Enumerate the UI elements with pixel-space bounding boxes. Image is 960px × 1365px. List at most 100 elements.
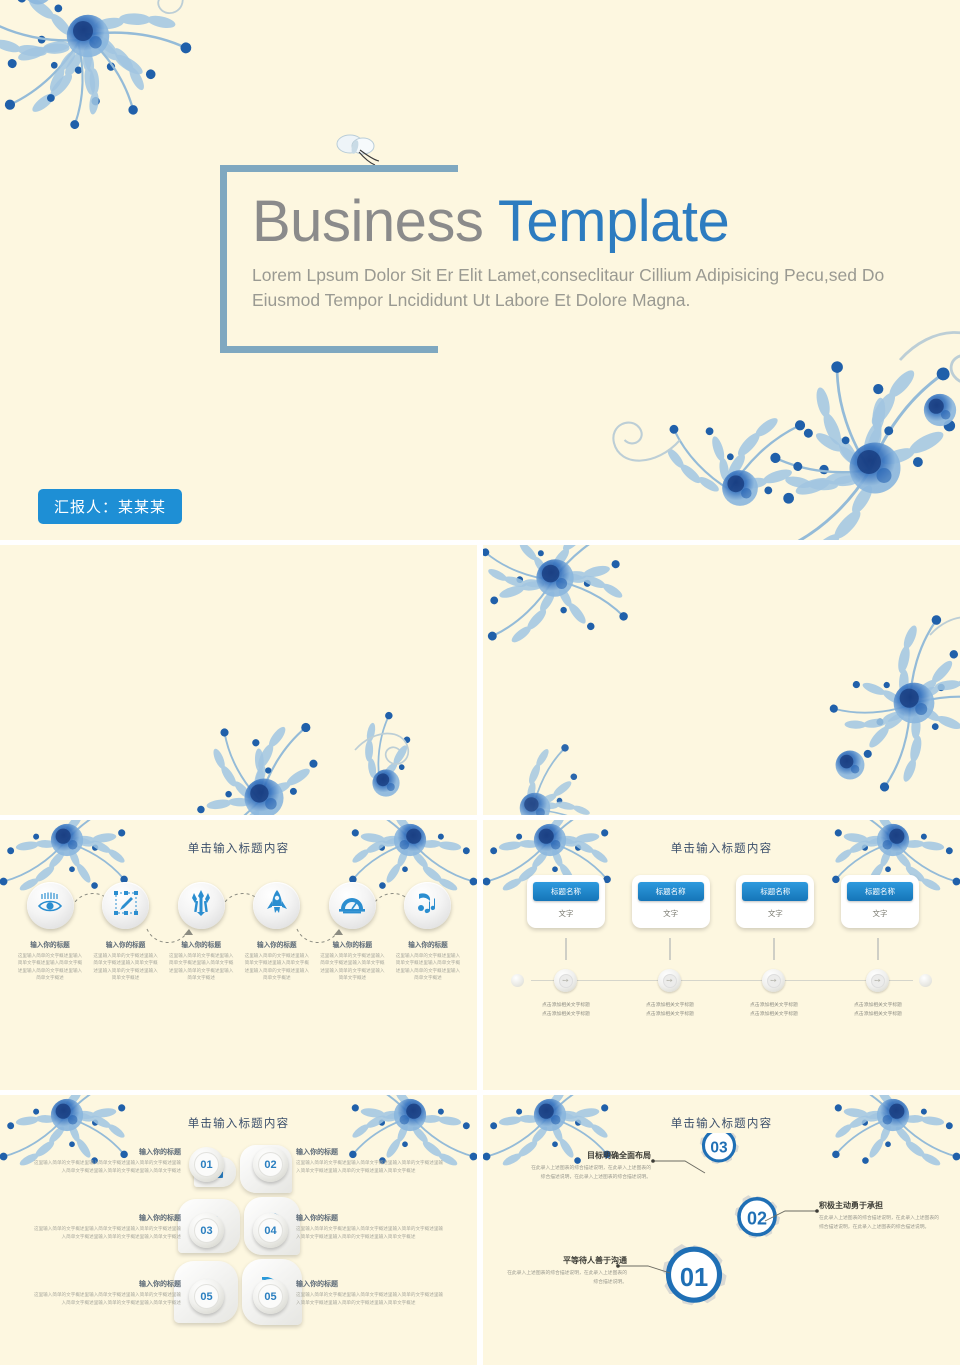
title-part-1: Business [252, 189, 484, 254]
timeline-node[interactable]: ➙ [554, 969, 577, 992]
process-item[interactable]: 输入你的标题 这里输入简单的文字概述里输入简单文字概述里输入简单文字概述里输入简… [90, 882, 162, 981]
card-title: 标题名称 [742, 882, 809, 901]
card-title: 标题名称 [533, 882, 599, 901]
process-item-title: 输入你的标题 [30, 942, 70, 949]
process-item[interactable]: 输入你的标题 这里输入简单的文字概述里输入简单文字概述里输入简单文字概述里输入简… [316, 882, 388, 981]
list-item[interactable]: 输入你的标题 这里输入简单的文字概述里输入简单文字概述里输入简单的文字概述里输入… [24, 1213, 224, 1248]
slide-title: 单击输入标题内容 [670, 843, 773, 855]
subtitle-line-2: Eiusmod Tempor Lncididunt Ut Labore Et D… [252, 290, 691, 311]
list-item[interactable]: 输入你的标题 这里输入简单的文字概述里输入简单文字概述里输入简单的文字概述里输入… [24, 1279, 224, 1314]
gear-label-02: 积极主动勇于承担 在此录入上述图表的综合描述说明，在此录入上述图表的综合描述说明… [819, 1200, 943, 1232]
card-text: 文字 [767, 909, 783, 918]
timeline-node[interactable]: ➙ [866, 969, 889, 992]
item-title: 输入你的标题 [296, 1215, 338, 1222]
icon-badge [404, 882, 452, 929]
timeline-end-left [511, 974, 524, 987]
item-title: 输入你的标题 [139, 1149, 181, 1156]
item-number-badge: 03 [189, 1213, 224, 1248]
slide-contents: CONTENTS This power-point is a multi pur… [0, 545, 477, 815]
card-text: 文字 [872, 909, 888, 918]
caption-line-2: 点击添加相关文字标题 [542, 1011, 590, 1017]
process-item-title: 输入你的标题 [105, 942, 146, 949]
item-number: 03 [194, 1218, 219, 1243]
timeline-node[interactable]: ➙ [762, 969, 785, 992]
list-item[interactable]: 04 输入你的标题 这里输入简单的文字概述里输入简单文字概述里输入简单的文字概述… [253, 1213, 453, 1248]
slide-title: 单击输入标题内容 [670, 1118, 773, 1130]
item-number: 05 [194, 1284, 219, 1309]
floral-decoration-right [790, 575, 960, 805]
gear-body: 在此录入上述图表的综合描述说明，在此录入上述图表的综合描述说明。 [507, 1271, 627, 1285]
timeline-caption: 点击添加相关文字标题 点击添加相关文字标题 [622, 1002, 718, 1019]
slide-title: Business Template Lorem Lpsum Dolor Sit … [0, 0, 960, 540]
list-item[interactable]: 输入你的标题 这里输入简单的文字概述里输入简单文字概述里输入简单的文字概述里输入… [24, 1147, 224, 1182]
subtitle: Lorem Lpsum Dolor Sit Er Elit Lamet,cons… [252, 263, 932, 314]
process-item[interactable]: 输入你的标题 这里输入简单的文字概述里输入简单文字概述里输入简单文字概述里输入简… [14, 882, 86, 981]
slide-section-divider: 1 此处添加标题文本 Insert Header Topic Here We h… [483, 545, 960, 815]
arrow-right-icon: ➙ [662, 973, 677, 988]
item-number-badge: 02 [253, 1147, 288, 1182]
slide-gears: 单击输入标题内容 03 02 01 目标明确全面布局 在此录入上述图表的综合描述… [483, 1095, 960, 1365]
item-body: 这里输入简单的文字概述里输入简单文字概述里输入简单的文字概述里输入简单文字概述里… [33, 1160, 181, 1173]
info-card[interactable]: 标题名称 文字 [840, 875, 919, 928]
item-title: 输入你的标题 [139, 1281, 181, 1288]
arrows-icon [189, 890, 213, 921]
caption-line-2: 点击添加相关文字标题 [750, 1011, 798, 1017]
item-body: 这里输入简单的文字概述里输入简单文字概述里输入简单的文字概述里输入简单文字概述里… [33, 1226, 181, 1239]
svg-text:01: 01 [680, 1264, 708, 1292]
icon-process-row: 输入你的标题 这里输入简单的文字概述里输入简单文字概述里输入简单文字概述里输入简… [14, 882, 464, 981]
item-number-badge: 05 [253, 1279, 288, 1314]
card-stem [669, 938, 671, 960]
card-stem [565, 938, 567, 960]
page-title: Business Template [252, 189, 932, 254]
timeline-node[interactable]: ➙ [658, 969, 681, 992]
subtitle-line-1: Lorem Lpsum Dolor Sit Er Elit Lamet,cons… [252, 264, 885, 285]
arrow-right-icon: ➙ [870, 973, 885, 988]
floral-decoration-bottom-left [483, 740, 623, 815]
card-text: 文字 [558, 909, 574, 918]
card-stem [877, 938, 879, 960]
item-body: 这里输入简单的文字概述里输入简单文字概述里输入简单的文字概述里输入简单文字概述里… [296, 1226, 444, 1239]
card-stem [773, 938, 775, 960]
card-title: 标题名称 [846, 882, 913, 901]
process-item-body: 这里输入简单的文字概述里输入简单文字概述里输入简单文字概述里输入简单的文字概述里… [169, 953, 234, 981]
item-number: 02 [258, 1152, 283, 1177]
item-body: 这里输入简单的文字概述里输入简单文字概述里输入简单的文字概述里输入简单文字概述里… [296, 1292, 444, 1305]
leader-line-03 [651, 1159, 706, 1174]
timeline-end-right [919, 974, 932, 987]
music-icon [415, 890, 441, 921]
process-item[interactable]: 输入你的标题 这里输入简单的文字概述里输入简单文字概述里输入简单文字概述里输入简… [241, 882, 313, 981]
caption-line-1: 点击添加相关文字标题 [542, 1003, 590, 1008]
process-item[interactable]: 输入你的标题 这里输入简单的文字概述里输入简单文字概述里输入简单文字概述里输入简… [392, 882, 464, 981]
gauge-icon [338, 892, 366, 919]
item-title: 输入你的标题 [296, 1149, 338, 1156]
card-row: 标题名称 文字 标题名称 文字 标题名称 文字 标题名称 文字 [527, 875, 919, 928]
process-item-title: 输入你的标题 [181, 942, 221, 949]
process-item-body: 这里输入简单的文字概述里输入简单文字概述里输入简单文字概述里输入简单的文字概述里… [395, 953, 461, 981]
info-card[interactable]: 标题名称 文字 [527, 875, 605, 928]
gear-label-01: 平等待人善于沟通 在此录入上述图表的综合描述说明，在此录入上述图表的综合描述说明… [503, 1255, 627, 1287]
list-item[interactable]: 05 输入你的标题 这里输入简单的文字概述里输入简单文字概述里输入简单的文字概述… [253, 1279, 453, 1314]
item-number-badge: 05 [189, 1279, 224, 1314]
process-item-title: 输入你的标题 [332, 942, 373, 949]
rocket-icon [266, 890, 288, 921]
icon-badge [26, 882, 74, 929]
info-card[interactable]: 标题名称 文字 [631, 875, 710, 928]
process-item[interactable]: 输入你的标题 这里输入简单的文字概述里输入简单文字概述里输入简单文字概述里输入简… [165, 882, 237, 981]
process-item-body: 这里输入简单的文字概述里输入简单文字概述里输入简单文字概述里输入简单的文字概述里… [17, 953, 83, 981]
list-item[interactable]: 02 输入你的标题 这里输入简单的文字概述里输入简单文字概述里输入简单的文字概述… [253, 1147, 453, 1182]
slide-title: 单击输入标题内容 [187, 843, 290, 855]
slide-card-timeline: 单击输入标题内容 标题名称 文字 标题名称 文字 标题名称 文字 标题名称 文字 [483, 820, 960, 1090]
svg-text:03: 03 [710, 1139, 728, 1156]
card-title: 标题名称 [637, 882, 704, 901]
process-item-body: 这里输入简单的文字概述里输入简单文字概述里输入简单文字概述里输入简单的文字概述里… [244, 953, 309, 981]
icon-badge [177, 882, 225, 929]
arrow-right-icon: ➙ [558, 973, 573, 988]
presenter-badge: 汇报人：某某某 [38, 489, 183, 524]
timeline-caption: 点击添加相关文字标题 点击添加相关文字标题 [518, 1002, 614, 1019]
gear-title: 积极主动勇于承担 [819, 1201, 883, 1210]
eye-icon [37, 892, 63, 919]
info-card[interactable]: 标题名称 文字 [736, 875, 815, 928]
floral-decoration-top-left [0, 0, 250, 140]
card-text: 文字 [663, 909, 679, 918]
caption-line-1: 点击添加相关文字标题 [646, 1003, 694, 1008]
